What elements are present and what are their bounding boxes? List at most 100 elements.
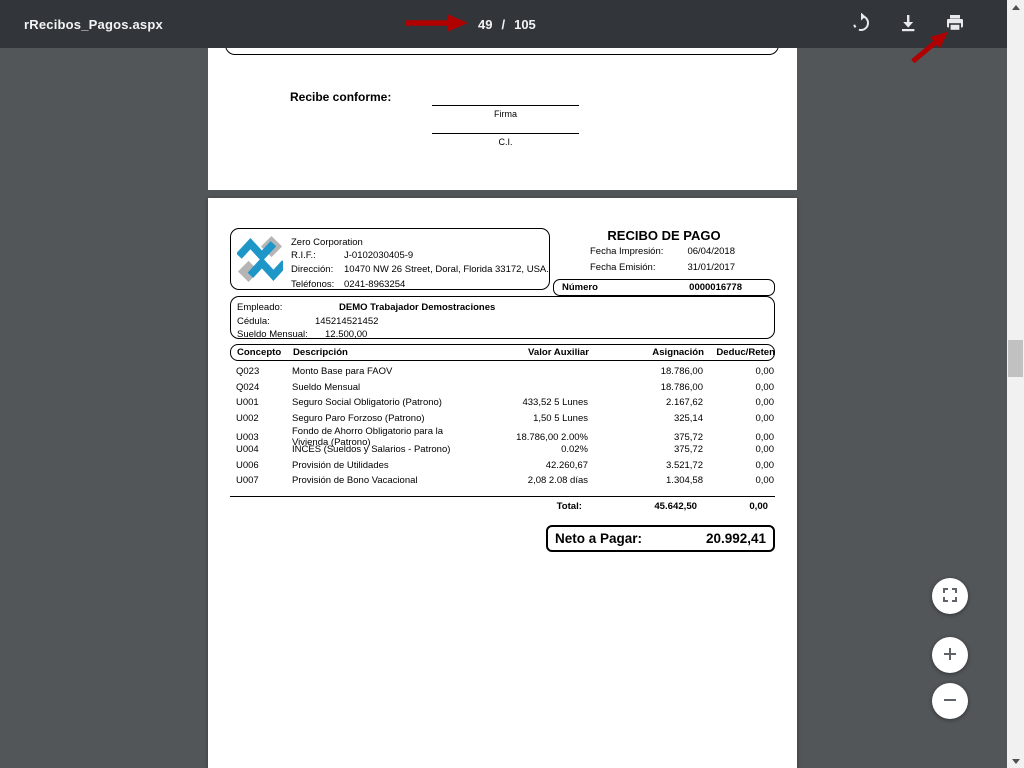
table-cell: U004 [236,444,292,455]
scrollbar-up-icon[interactable] [1007,0,1024,14]
cedula-value: 145214521452 [315,316,378,327]
telefonos-label: Teléfonos: [291,279,334,290]
header-concepto: Concepto [237,347,293,358]
header-descripcion: Descripción [293,347,469,358]
table-row: U001Seguro Social Obligatorio (Patrono)4… [236,395,769,411]
rotate-button[interactable] [849,12,873,36]
download-icon [898,13,918,36]
table-cell: 18.786,00 2.00% [468,432,588,443]
page-current[interactable]: 49 [478,17,492,32]
table-cell: 375,72 [588,444,703,455]
table-row: Q023Monto Base para FAOV18.786,000,00 [236,364,769,380]
table-row: U002Seguro Paro Forzoso (Patrono)1,50 5 … [236,411,769,427]
page-indicator[interactable]: 49 / 105 [478,0,536,48]
fit-to-page-button[interactable] [932,578,968,614]
company-logo-icon [237,234,283,287]
firma-label: Firma [432,109,579,119]
annotation-arrow-page-icon [406,14,468,37]
page-separator: / [501,17,505,32]
pdf-page-previous: Recibe conforme: Firma C.I. https://efac… [208,48,797,190]
zoom-out-button[interactable] [932,683,968,719]
employee-box: Empleado: DEMO Trabajador Demostraciones… [230,296,775,339]
table-cell: 0.02% [468,444,588,455]
download-button[interactable] [896,12,920,36]
table-cell: 18.786,00 [588,382,703,393]
table-cell: INCES (Sueldos y Salarios - Patrono) [292,444,468,455]
receipt-header: RECIBO DE PAGO Fecha Impresión: 06/04/20… [553,228,775,296]
table-header: Concepto Descripción Valor Auxiliar Asig… [230,344,775,361]
direccion-label: Dirección: [291,264,333,275]
table-cell: 1.304,58 [588,475,703,486]
rif-label: R.I.F.: [291,250,316,261]
table-cell: U001 [236,397,292,408]
total-deduc: 0,00 [697,501,768,512]
table-cell: 1,50 5 Lunes [468,413,588,424]
plus-icon [943,647,957,664]
cedula-row: Cédula: 145214521452 [237,316,270,327]
empleado-row: Empleado: DEMO Trabajador Demostraciones [237,302,282,313]
telefonos-value: 0241-8963254 [344,279,405,290]
table-row: U003Fondo de Ahorro Obligatorio para la … [236,426,769,442]
table-cell: 0,00 [703,432,774,443]
company-address: Dirección: 10470 NW 26 Street, Doral, Fl… [291,264,333,275]
table-cell: 18.786,00 [588,366,703,377]
zoom-in-button[interactable] [932,637,968,673]
table-cell: 0,00 [703,382,774,393]
ci-line [432,133,579,134]
table-cell: U002 [236,413,292,424]
pdf-page-current: Zero Corporation R.I.F.: J-0102030405-9 … [208,198,797,768]
table-body: Q023Monto Base para FAOV18.786,000,00Q02… [230,364,775,489]
total-asignacion: 45.642,50 [582,501,697,512]
table-cell: 0,00 [703,397,774,408]
empleado-value: DEMO Trabajador Demostraciones [339,302,495,313]
company-name: Zero Corporation [291,237,363,248]
table-cell: Sueldo Mensual [292,382,468,393]
scrollbar-down-icon[interactable] [1007,754,1024,768]
table-row: U004INCES (Sueldos y Salarios - Patrono)… [236,442,769,458]
table-cell: Q023 [236,366,292,377]
table-cell: 0,00 [703,413,774,424]
table-row: U007Provisión de Bono Vacacional2,08 2.0… [236,473,769,489]
numero-value: 0000016778 [689,282,742,293]
recibe-conforme-label: Recibe conforme: [290,90,391,104]
table-cell: U007 [236,475,292,486]
table-row: U006Provisión de Utilidades42.260,673.52… [236,458,769,474]
table-cell: 42.260,67 [468,460,588,471]
sueldo-row: Sueldo Mensual: 12.500,00 [237,329,308,340]
fecha-impresion-row: Fecha Impresión: 06/04/2018 [553,246,775,259]
document-title: rRecibos_Pagos.aspx [24,17,163,32]
header-valor-auxiliar: Valor Auxiliar [469,347,589,358]
sueldo-value: 12.500,00 [325,329,367,340]
minus-icon [943,693,957,710]
fecha-emision-value: 31/01/2017 [687,262,735,273]
table-row: Q024Sueldo Mensual18.786,000,00 [236,380,769,396]
table-cell: Seguro Social Obligatorio (Patrono) [292,397,468,408]
table-cell: 0,00 [703,444,774,455]
table-cell: Seguro Paro Forzoso (Patrono) [292,413,468,424]
table-cell: 0,00 [703,366,774,377]
numero-box: Número 0000016778 [553,279,775,296]
signature-block: Firma [432,105,579,119]
header-deduc-reten: Deduc/Reten [704,347,775,358]
neto-value: 20.992,41 [706,531,766,546]
pdf-toolbar: rRecibos_Pagos.aspx 49 / 105 [0,0,1007,48]
rif-value: J-0102030405-9 [344,250,413,261]
total-rule [230,496,775,497]
fecha-emision-label: Fecha Emisión: [590,262,655,273]
scrollbar[interactable] [1007,0,1024,768]
company-phones: Teléfonos: 0241-8963254 [291,279,334,290]
empleado-label: Empleado: [237,302,282,313]
table-cell: U006 [236,460,292,471]
table-cell: 3.521,72 [588,460,703,471]
neto-label: Neto a Pagar: [555,531,642,546]
direccion-value: 10470 NW 26 Street, Doral, Florida 33172… [344,264,549,275]
fecha-impresion-value: 06/04/2018 [687,246,735,257]
scrollbar-thumb[interactable] [1008,340,1023,377]
page-total: 105 [514,17,536,32]
table-cell: 325,14 [588,413,703,424]
company-box: Zero Corporation R.I.F.: J-0102030405-9 … [230,228,550,290]
fecha-emision-row: Fecha Emisión: 31/01/2017 [553,262,775,275]
table-cell: U003 [236,432,292,443]
table-cell: 375,72 [588,432,703,443]
table-cell: Provisión de Bono Vacacional [292,475,468,486]
